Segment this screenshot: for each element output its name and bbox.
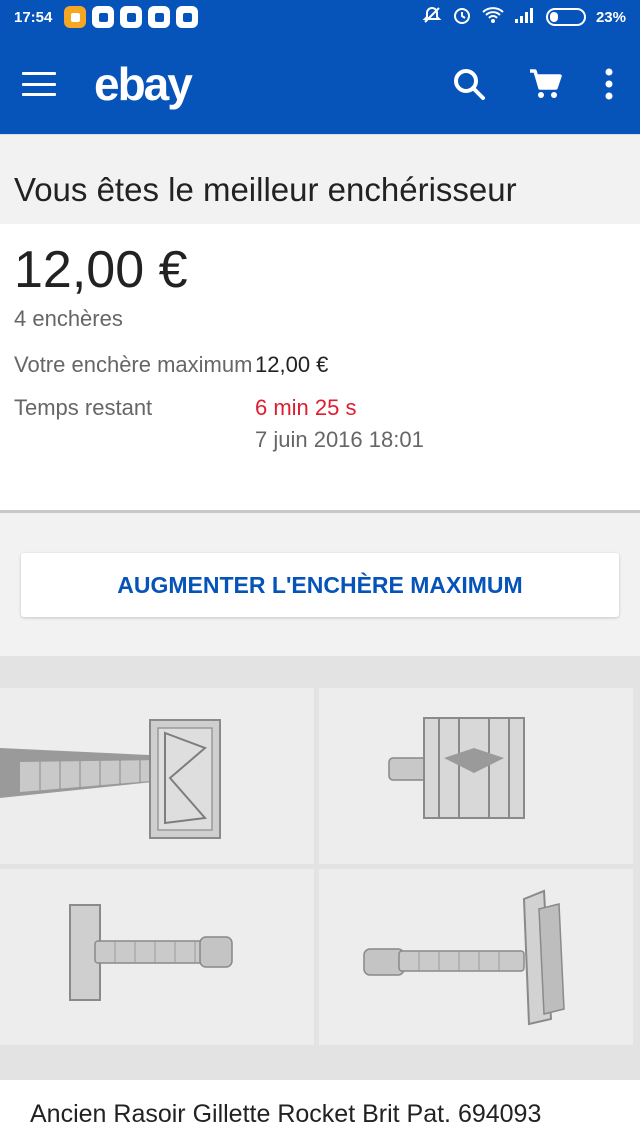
page-title: Vous êtes le meilleur enchérisseur bbox=[14, 171, 517, 208]
signal-icon bbox=[514, 6, 536, 28]
time-left-row: Temps restant 6 min 25 s 7 juin 2016 18:… bbox=[14, 393, 626, 454]
mute-icon bbox=[422, 5, 442, 29]
overflow-menu-icon[interactable] bbox=[604, 67, 614, 101]
increase-max-bid-button[interactable]: AUGMENTER L'ENCHÈRE MAXIMUM bbox=[21, 553, 619, 617]
status-bar: 17:54 23% bbox=[0, 0, 640, 34]
notification-icon bbox=[120, 6, 143, 28]
notification-icon bbox=[64, 6, 87, 28]
cart-icon[interactable] bbox=[528, 67, 562, 101]
action-area: AUGMENTER L'ENCHÈRE MAXIMUM bbox=[0, 513, 640, 656]
item-photo[interactable] bbox=[0, 869, 314, 1045]
item-photo[interactable] bbox=[0, 688, 314, 864]
gallery-spacer bbox=[0, 1056, 640, 1080]
item-photo[interactable] bbox=[319, 869, 633, 1045]
time-left-value: 6 min 25 s bbox=[255, 395, 357, 420]
app-bar: ebay bbox=[0, 34, 640, 134]
search-icon[interactable] bbox=[452, 67, 486, 101]
current-price: 12,00 € bbox=[14, 241, 188, 299]
photo-gallery bbox=[0, 656, 640, 1056]
notification-icon bbox=[92, 6, 115, 28]
max-bid-row: Votre enchère maximum 12,00 € bbox=[14, 350, 626, 379]
alarm-icon bbox=[452, 5, 472, 29]
wifi-icon bbox=[482, 6, 504, 28]
end-date: 7 juin 2016 18:01 bbox=[255, 427, 424, 452]
bid-count: 4 enchères bbox=[14, 306, 123, 331]
max-bid-label: Votre enchère maximum bbox=[14, 352, 253, 377]
battery-icon bbox=[545, 8, 586, 26]
status-time: 17:54 bbox=[14, 8, 53, 26]
max-bid-value: 12,00 € bbox=[255, 352, 329, 377]
item-photo[interactable] bbox=[319, 688, 633, 864]
time-left-label: Temps restant bbox=[14, 395, 153, 420]
item-title: Ancien Rasoir Gillette Rocket Brit Pat. … bbox=[0, 1080, 640, 1138]
battery-percentage: 23% bbox=[595, 8, 626, 26]
menu-icon[interactable] bbox=[22, 72, 56, 96]
notification-icon bbox=[148, 6, 171, 28]
ebay-logo[interactable]: ebay bbox=[94, 57, 193, 111]
notification-icon bbox=[176, 6, 199, 28]
bid-info-card: 12,00 € 4 enchères Votre enchère maximum… bbox=[0, 224, 640, 510]
page-header: Vous êtes le meilleur enchérisseur bbox=[0, 134, 640, 224]
